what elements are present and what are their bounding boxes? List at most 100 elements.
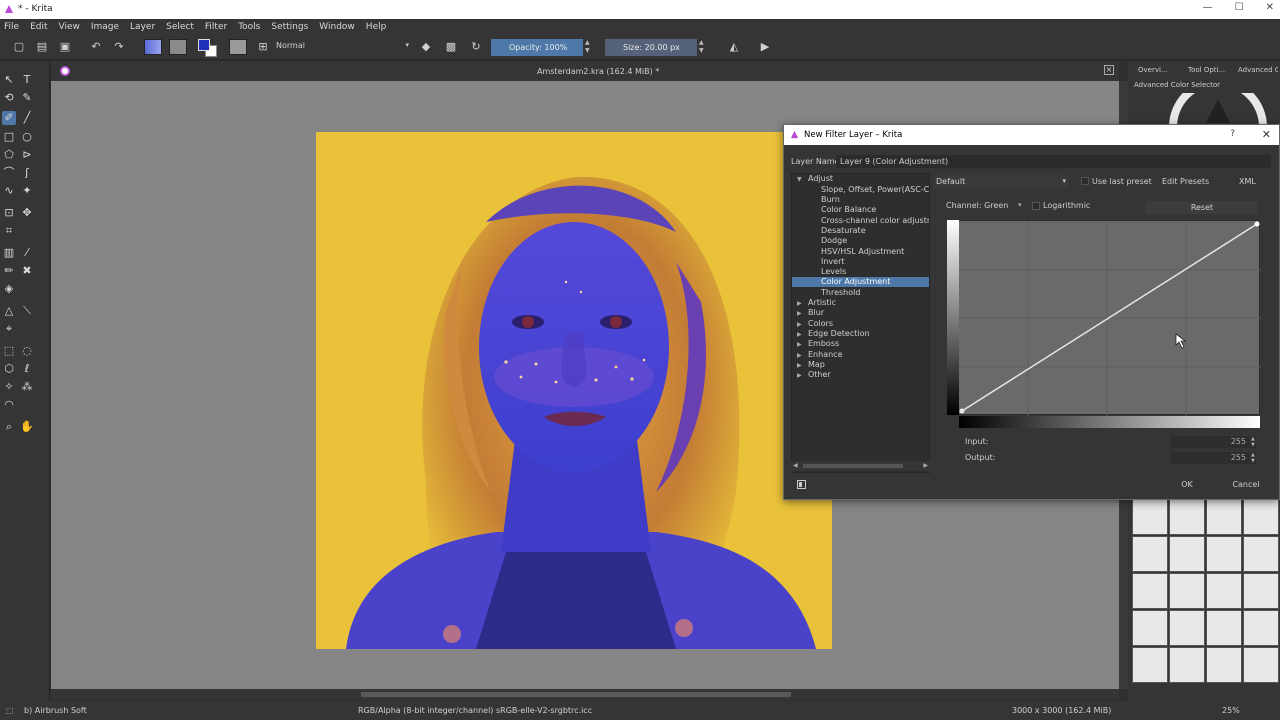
brush-preset[interactable] (1169, 573, 1205, 609)
brush-preset[interactable] (1243, 499, 1279, 535)
filter-item[interactable]: Levels (821, 267, 846, 277)
filter-item[interactable]: HSV/HSL Adjustment (821, 247, 904, 257)
input-spinbox[interactable]: 255 (1170, 436, 1256, 448)
assistant-tool-icon[interactable]: △ (2, 304, 16, 318)
undo-icon[interactable]: ↶ (89, 40, 103, 54)
move-tool-icon[interactable]: ✥ (20, 206, 34, 220)
menu-help[interactable]: Help (366, 22, 387, 32)
similar-select-tool-icon[interactable]: ⁂ (20, 380, 34, 394)
polyline-tool-icon[interactable]: ⊳ (20, 148, 34, 162)
collapsed-arrow-icon[interactable]: ▶ (797, 331, 802, 338)
brush-preset[interactable] (1132, 610, 1168, 646)
close-document-icon[interactable]: × (1104, 65, 1114, 75)
channel-select[interactable]: Channel: Green (946, 201, 1008, 210)
collapsed-arrow-icon[interactable]: ▶ (797, 372, 802, 379)
bezier-select-tool-icon[interactable]: ◠ (2, 398, 16, 412)
rect-select-tool-icon[interactable]: ⬚ (2, 344, 16, 358)
collapsed-arrow-icon[interactable]: ▶ (797, 352, 802, 359)
scrollbar-thumb[interactable] (361, 692, 791, 697)
filter-item[interactable]: Threshold (821, 288, 860, 298)
collapsed-arrow-icon[interactable]: ▶ (797, 341, 802, 348)
fill-tool-icon[interactable]: ◈ (2, 282, 16, 296)
category-map[interactable]: Map (808, 360, 825, 370)
brush-preset[interactable] (1132, 573, 1168, 609)
ok-button[interactable]: OK (1162, 478, 1212, 491)
reset-button[interactable]: Reset (1146, 201, 1258, 214)
rectangle-tool-icon[interactable]: □ (2, 130, 16, 144)
collapsed-arrow-icon[interactable]: ▶ (797, 362, 802, 369)
colorize-mask-tool-icon[interactable]: ✏ (2, 264, 16, 278)
edit-presets-button[interactable]: Edit Presets (1162, 175, 1209, 188)
new-document-icon[interactable]: ▢ (12, 40, 26, 54)
crop-tool-icon[interactable]: ⌗ (2, 224, 16, 238)
opacity-slider[interactable]: Opacity: 100% (491, 39, 583, 56)
xml-button[interactable]: XML (1239, 175, 1256, 188)
filter-item[interactable]: Invert (821, 257, 845, 267)
brush-preset[interactable] (1169, 647, 1205, 683)
use-last-preset-label[interactable]: Use last preset (1092, 175, 1152, 188)
filter-item[interactable]: Dodge (821, 236, 847, 246)
dialog-close-icon[interactable]: ✕ (1262, 128, 1271, 141)
size-spin-icon[interactable]: ▲ ▼ (699, 39, 707, 56)
collapsed-arrow-icon[interactable]: ▶ (797, 321, 802, 328)
zoom-label[interactable]: 25% (1222, 706, 1240, 715)
output-spinbox[interactable]: 255 (1170, 452, 1256, 464)
menu-filter[interactable]: Filter (205, 22, 227, 32)
select-shapes-tool-icon[interactable]: ↖ (2, 73, 16, 87)
current-brush-label[interactable]: b) Airbrush Soft (24, 706, 87, 715)
bezier-tool-icon[interactable]: ⌒ (2, 166, 16, 180)
reload-preset-icon[interactable]: ↻ (469, 40, 483, 54)
menu-view[interactable]: View (59, 22, 80, 32)
brush-preset[interactable] (1243, 610, 1279, 646)
filter-item[interactable]: Burn (821, 195, 840, 205)
menu-layer[interactable]: Layer (130, 22, 155, 32)
tab-advanced-color[interactable]: Advanced C... (1228, 61, 1278, 79)
brush-preset[interactable] (1243, 647, 1279, 683)
scroll-right-icon[interactable]: ▶ (923, 462, 928, 469)
filter-item-selected[interactable]: Color Adjustment (792, 277, 929, 287)
measure-tool-icon[interactable]: ⟍ (20, 304, 34, 318)
document-title[interactable]: Amsterdam2.kra (162.4 MiB) * (537, 67, 659, 76)
mirror-vertical-icon[interactable]: ▶ (758, 40, 772, 54)
brush-preset[interactable] (1206, 573, 1242, 609)
tab-tool-options[interactable]: Tool Opti... (1178, 61, 1228, 79)
category-artistic[interactable]: Artistic (808, 298, 836, 308)
zoom-tool-icon[interactable]: ⌕ (2, 420, 16, 434)
mirror-horizontal-icon[interactable]: ◭ (727, 40, 741, 54)
category-blur[interactable]: Blur (808, 308, 824, 318)
open-document-icon[interactable]: ▤ (35, 40, 49, 54)
category-colors[interactable]: Colors (808, 319, 833, 329)
close-button[interactable]: ✕ (1266, 2, 1274, 13)
collapsed-arrow-icon[interactable]: ▶ (797, 300, 802, 307)
polygon-select-tool-icon[interactable]: ⬡ (2, 362, 16, 376)
scrollbar-thumb[interactable] (803, 464, 903, 468)
use-last-preset-checkbox[interactable] (1081, 177, 1089, 185)
brush-preset[interactable] (1169, 610, 1205, 646)
color-picker-tool-icon[interactable]: ⁄ (20, 246, 34, 260)
category-other[interactable]: Other (808, 370, 831, 380)
brush-preset[interactable] (1243, 536, 1279, 572)
blend-mode-select[interactable]: Normal ▾ (276, 41, 411, 54)
cancel-button[interactable]: Cancel (1221, 478, 1271, 491)
menu-select[interactable]: Select (166, 22, 194, 32)
gradient-selector[interactable] (144, 39, 162, 55)
edit-shapes-tool-icon[interactable]: ⟲ (2, 91, 16, 105)
preserve-alpha-icon[interactable]: ▩ (444, 40, 458, 54)
smart-patch-tool-icon[interactable]: ✖ (20, 264, 34, 278)
logarithmic-checkbox[interactable] (1032, 202, 1040, 210)
portrait-painting[interactable] (316, 132, 832, 649)
freehand-brush-tool-icon[interactable]: ✐ (2, 111, 16, 125)
expand-arrow-icon[interactable]: ▼ (797, 176, 802, 183)
filter-tree-scrollbar[interactable]: ◀ ▶ (791, 461, 930, 471)
brush-preset[interactable] (1169, 499, 1205, 535)
text-tool-icon[interactable]: T (20, 73, 34, 87)
output-spin-icon[interactable]: ▲ ▼ (1251, 452, 1257, 464)
brush-preset[interactable] (1243, 573, 1279, 609)
gradient-tool-icon[interactable]: ▥ (2, 246, 16, 260)
opacity-spin-icon[interactable]: ▲ ▼ (585, 39, 593, 56)
category-emboss[interactable]: Emboss (808, 339, 839, 349)
preview-toggle-icon[interactable] (797, 480, 806, 489)
filter-item[interactable]: Color Balance (821, 205, 876, 215)
multibrush-tool-icon[interactable]: ✦ (20, 184, 34, 198)
preset-select[interactable]: Default ▾ (934, 175, 1069, 188)
